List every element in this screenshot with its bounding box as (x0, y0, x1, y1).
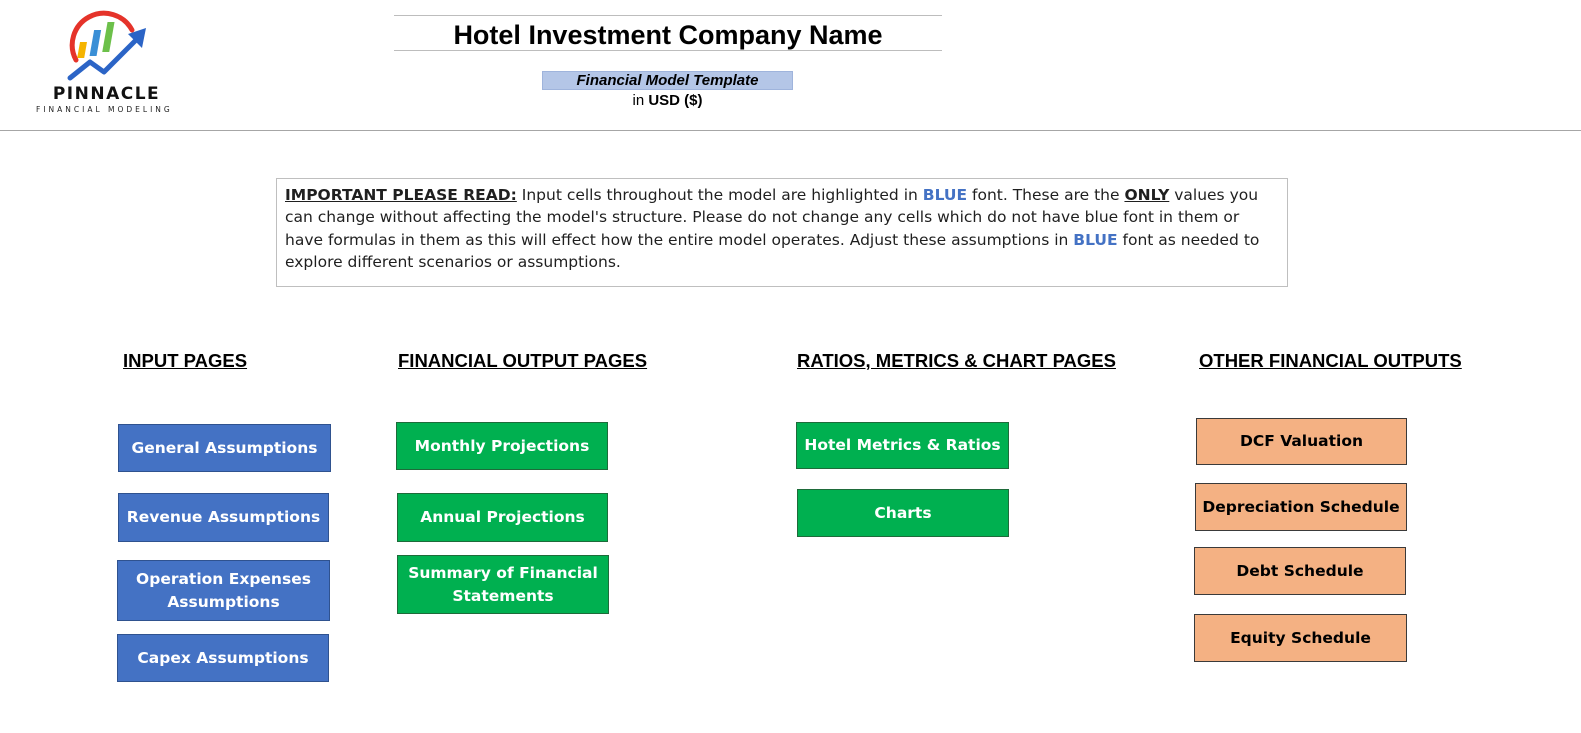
company-name: Hotel Investment Company Name (453, 20, 883, 50)
monthly-projections-button[interactable]: Monthly Projections (396, 422, 608, 470)
annual-projections-button[interactable]: Annual Projections (397, 493, 608, 542)
summary-of-financial-statements-button[interactable]: Summary of Financial Statements (397, 555, 609, 614)
heading-other-financial-outputs: OTHER FINANCIAL OUTPUTS (1199, 350, 1462, 371)
depreciation-schedule-button[interactable]: Depreciation Schedule (1195, 483, 1407, 531)
logo-tagline: FINANCIAL MODELING (36, 105, 173, 114)
debt-schedule-button[interactable]: Debt Schedule (1194, 547, 1406, 595)
capex-assumptions-button[interactable]: Capex Assumptions (117, 634, 329, 682)
charts-button[interactable]: Charts (797, 489, 1009, 537)
general-assumptions-button[interactable]: General Assumptions (118, 424, 331, 472)
notice-blue-2: BLUE (1073, 230, 1118, 249)
notice-only: ONLY (1124, 186, 1170, 204)
title-top-rule (394, 15, 942, 16)
notice-text-2: font. These are the (967, 186, 1125, 204)
heading-input-pages: INPUT PAGES (123, 350, 248, 371)
hotel-metrics-ratios-button[interactable]: Hotel Metrics & Ratios (796, 422, 1009, 469)
currency-value: USD ($) (648, 92, 703, 109)
template-label: Financial Model Template (542, 71, 793, 90)
currency-prefix: in (632, 92, 645, 109)
header-divider (0, 130, 1581, 131)
currency-label: in USD ($) (542, 91, 793, 110)
heading-ratios-metrics-chart-pages: RATIOS, METRICS & CHART PAGES (797, 350, 1116, 371)
notice-text-1: Input cells throughout the model are hig… (516, 186, 923, 204)
heading-financial-output-pages: FINANCIAL OUTPUT PAGES (398, 350, 648, 371)
logo-wordmark: PINNACLE (52, 84, 161, 104)
operation-expenses-assumptions-button[interactable]: Operation Expenses Assumptions (117, 560, 330, 621)
pinnacle-logo: PINNACLE FINANCIAL MODELING (36, 8, 196, 116)
notice-blue-1: BLUE (922, 186, 968, 204)
dcf-valuation-button[interactable]: DCF Valuation (1196, 418, 1407, 465)
important-notice: IMPORTANT PLEASE READ: Input cells throu… (276, 178, 1288, 287)
notice-lead: IMPORTANT PLEASE READ: (285, 186, 517, 204)
equity-schedule-button[interactable]: Equity Schedule (1194, 614, 1407, 662)
pinnacle-logo-icon (67, 10, 146, 81)
title-bottom-rule (394, 50, 942, 51)
revenue-assumptions-button[interactable]: Revenue Assumptions (118, 493, 329, 542)
